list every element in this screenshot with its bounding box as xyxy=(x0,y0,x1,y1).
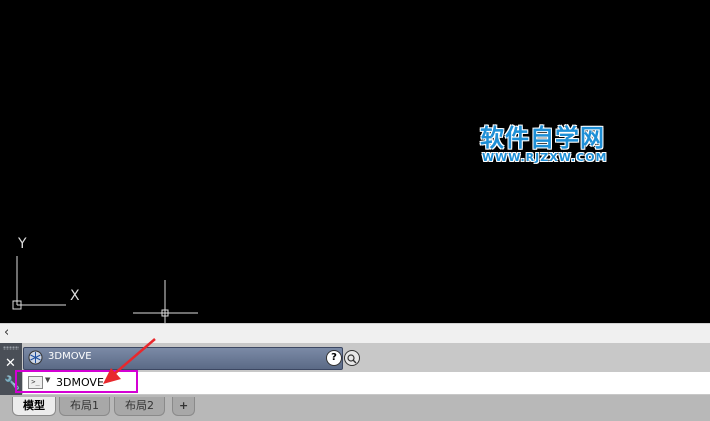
drawing-canvas[interactable]: Y X 软件自学网 WWW.RJZXW.COM xyxy=(0,0,710,323)
annotation-arrow xyxy=(103,338,156,384)
ucs-icon xyxy=(12,256,66,310)
ucs-y-label: Y xyxy=(18,236,27,252)
search-icon[interactable] xyxy=(344,350,360,366)
chevron-left-icon[interactable]: ‹ xyxy=(4,325,9,340)
tab-layout2[interactable]: 布局2 xyxy=(114,397,165,416)
add-layout-button[interactable]: + xyxy=(172,397,196,416)
command-history-bar: 3DMOVE ? xyxy=(23,347,360,370)
crosshair-cursor xyxy=(133,280,198,323)
close-icon[interactable]: ✕ xyxy=(5,356,16,371)
ucs-x-label: X xyxy=(70,288,80,304)
help-icon[interactable]: ? xyxy=(326,350,342,366)
watermark-url: WWW.RJZXW.COM xyxy=(482,151,608,164)
drag-handle[interactable] xyxy=(3,346,19,350)
command-history-text: 3DMOVE xyxy=(48,351,92,362)
3dmove-icon xyxy=(28,350,43,365)
tab-model[interactable]: 模型 xyxy=(12,397,56,416)
watermark-title: 软件自学网 xyxy=(480,124,605,152)
tab-layout1[interactable]: 布局1 xyxy=(59,397,110,416)
